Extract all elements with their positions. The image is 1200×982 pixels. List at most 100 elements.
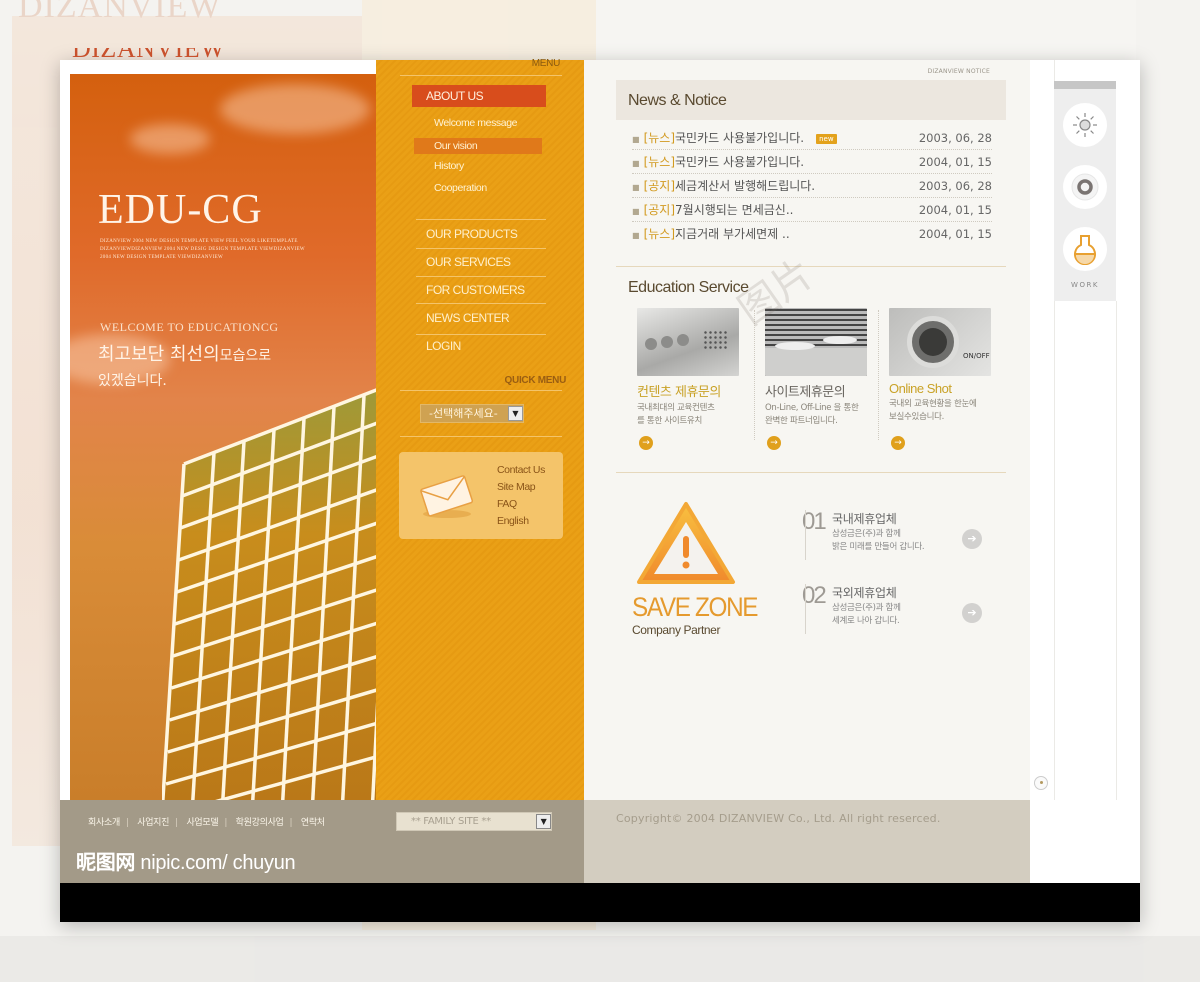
quick-menu-label: QUICK MENU xyxy=(504,375,567,386)
bullet-icon: ■ xyxy=(632,207,640,216)
footer-link-business[interactable]: 사업지진 xyxy=(137,818,169,828)
footer-link-company[interactable]: 회사소개 xyxy=(88,818,120,828)
site-watermark: 昵图网 nipic.com/ chuyun xyxy=(76,852,296,874)
divider xyxy=(400,75,562,76)
news-title[interactable]: News & Notice xyxy=(628,92,727,110)
hero-title: EDU-CG xyxy=(98,187,263,233)
news-date: 2003, 06, 28 xyxy=(918,131,992,145)
footer-link-contact[interactable]: 연락처 xyxy=(301,818,325,828)
rail-line xyxy=(1116,301,1117,800)
divider xyxy=(400,390,562,391)
news-text[interactable]: 국민카드 사용불가입니다. xyxy=(675,155,804,169)
hero-photo: EDU-CG DIZANVIEW 2004 NEW DESIGN TEMPLAT… xyxy=(70,74,376,800)
news-item[interactable]: ■ [공지]세금계산서 발행해드립니다. 2003, 06, 28 xyxy=(632,174,992,198)
news-text[interactable]: 지금거래 부가세면제 .. xyxy=(675,227,790,241)
save-zone: SAVE ZONE Company Partner xyxy=(632,500,792,637)
bullet-icon: ■ xyxy=(632,159,640,168)
link-faq[interactable]: FAQ xyxy=(497,496,545,513)
quick-menu-select[interactable]: -선택해주세요- ▼ xyxy=(420,404,524,423)
building-image xyxy=(162,388,376,800)
submenu-our-vision[interactable]: Our vision xyxy=(414,138,542,154)
envelope-icon xyxy=(420,475,474,518)
menu-news-center[interactable]: NEWS CENTER xyxy=(426,311,510,325)
divider xyxy=(416,303,546,304)
service-card[interactable]: 컨텐츠 제휴문의 국내최대의 교육컨텐츠 를 통한 사이트유치 → xyxy=(637,308,753,450)
bullet-icon: ■ xyxy=(632,183,640,192)
main-menu: MENU ABOUT US Welcome message Our vision… xyxy=(376,58,584,800)
divider xyxy=(754,310,755,440)
service-name[interactable]: Online Shot xyxy=(889,381,1005,396)
footer-right: Copyright© 2004 DIZANVIEW Co., Ltd. All … xyxy=(584,800,1030,883)
sun-icon[interactable] xyxy=(1063,103,1107,147)
news-text[interactable]: 7월시행되는 면세금신.. xyxy=(675,203,793,217)
news-text[interactable]: 국민카드 사용불가입니다. xyxy=(675,131,804,145)
menu-about-us[interactable]: ABOUT US xyxy=(412,85,546,107)
footer-left: 회사소개 | 사업지진 | 사업모델 | 학원강의사업 | 연락처 ** FAMILY … xyxy=(60,800,584,883)
service-image-device xyxy=(637,308,739,376)
copyright: Copyright© 2004 DIZANVIEW Co., Ltd. All … xyxy=(616,812,941,825)
news-tag: [뉴스] xyxy=(643,227,676,241)
dropdown-arrow-icon[interactable]: ▼ xyxy=(508,406,523,421)
brand-logo[interactable]: DIZANVIEW xyxy=(72,48,225,62)
section-divider xyxy=(616,472,1006,473)
arrow-right-icon[interactable]: ➔ xyxy=(962,529,982,549)
news-tag: [공지] xyxy=(643,179,676,193)
divider xyxy=(805,584,806,634)
arrow-right-icon[interactable]: → xyxy=(767,436,781,450)
service-desc: On-Line, Off-Line 을 통한 완벽한 파트너입니다. xyxy=(765,403,859,426)
menu-for-customers[interactable]: FOR CUSTOMERS xyxy=(426,283,525,297)
save-zone-subtitle: Company Partner xyxy=(632,623,721,637)
family-site-select[interactable]: ** FAMILY SITE ** ▼ xyxy=(396,812,552,831)
scroll-top-button[interactable] xyxy=(1034,776,1048,790)
menu-our-services[interactable]: OUR SERVICES xyxy=(426,255,511,269)
new-badge: new xyxy=(816,133,837,144)
service-name[interactable]: 컨텐츠 제휴문의 xyxy=(637,381,753,400)
service-name[interactable]: 사이트제휴문의 xyxy=(765,381,881,400)
dropdown-arrow-icon[interactable]: ▼ xyxy=(536,814,551,829)
divider xyxy=(416,219,546,220)
service-card[interactable]: ON/OFF Online Shot 국내외 교육현황을 한눈에 보실수있습니다.… xyxy=(889,308,1005,450)
partner-desc: 삼성금은(주)과 함께 세계로 나아 갑니다. xyxy=(832,603,901,626)
news-item[interactable]: ■ [공지]7월시행되는 면세금신.. 2004, 01, 15 xyxy=(632,198,992,222)
education-title: Education Service xyxy=(628,279,749,296)
news-item[interactable]: ■ [뉴스]지금거래 부가세면제 .. 2004, 01, 15 xyxy=(632,222,992,246)
service-image-room xyxy=(765,308,867,376)
right-rail: WORK xyxy=(1030,60,1140,800)
divider xyxy=(400,436,562,437)
arrow-right-icon[interactable]: → xyxy=(891,436,905,450)
flask-icon[interactable] xyxy=(1063,227,1107,271)
news-item[interactable]: ■ [뉴스]국민카드 사용불가입니다. 2004, 01, 15 xyxy=(632,150,992,174)
news-item[interactable]: ■ [뉴스]국민카드 사용불가입니다. new 2003, 06, 28 xyxy=(632,126,992,150)
save-zone-title: SAVE ZONE xyxy=(632,592,758,622)
link-contact-us[interactable]: Contact Us xyxy=(497,462,545,479)
news-tag: [공지] xyxy=(643,203,676,217)
submenu-history[interactable]: History xyxy=(434,160,464,172)
news-text[interactable]: 세금계산서 발행해드립니다. xyxy=(675,179,815,193)
news-header: News & Notice xyxy=(616,80,1006,120)
arrow-right-icon[interactable]: ➔ xyxy=(962,603,982,623)
submenu-cooperation[interactable]: Cooperation xyxy=(434,182,487,194)
submenu-welcome-message[interactable]: Welcome message xyxy=(434,117,517,129)
service-desc: 국내외 교육현황을 한눈에 보실수있습니다. xyxy=(889,399,977,422)
divider xyxy=(416,334,546,335)
news-list: ■ [뉴스] 국민카드 사용불가입니다. new 2003, 06, 28 ■ [뉴스]… xyxy=(632,126,992,246)
contact-box: Contact Us Site Map FAQ English xyxy=(399,452,563,539)
partner-desc: 삼성금은(주)과 함께 밝은 미래를 만들어 갑니다. xyxy=(832,529,925,552)
footer-link-academy[interactable]: 학원강의사업 xyxy=(236,818,284,828)
ghost-bottom xyxy=(0,936,1200,982)
target-icon[interactable] xyxy=(1063,165,1107,209)
menu-login[interactable]: LOGIN xyxy=(426,339,461,353)
footer-link-model[interactable]: 사업모델 xyxy=(186,818,218,828)
link-site-map[interactable]: Site Map xyxy=(497,479,545,496)
divider xyxy=(416,248,546,249)
news-date: 2004, 01, 15 xyxy=(918,155,992,169)
hero-fine-print: DIZANVIEW 2004 NEW DESIGN TEMPLATE VIEW … xyxy=(100,239,305,260)
partner-title[interactable]: 국내제휴업체 xyxy=(832,510,897,527)
arrow-right-icon[interactable]: → xyxy=(639,436,653,450)
ghost-logo: DIZANVIEW xyxy=(18,0,222,25)
menu-our-products[interactable]: OUR PRODUCTS xyxy=(426,227,518,241)
partner-title[interactable]: 국외제휴업체 xyxy=(832,584,897,601)
service-card[interactable]: 사이트제휴문의 On-Line, Off-Line 을 통한 완벽한 파트너입니다… xyxy=(765,308,881,450)
link-english[interactable]: English xyxy=(497,513,545,530)
icon-panel: WORK xyxy=(1054,81,1116,301)
